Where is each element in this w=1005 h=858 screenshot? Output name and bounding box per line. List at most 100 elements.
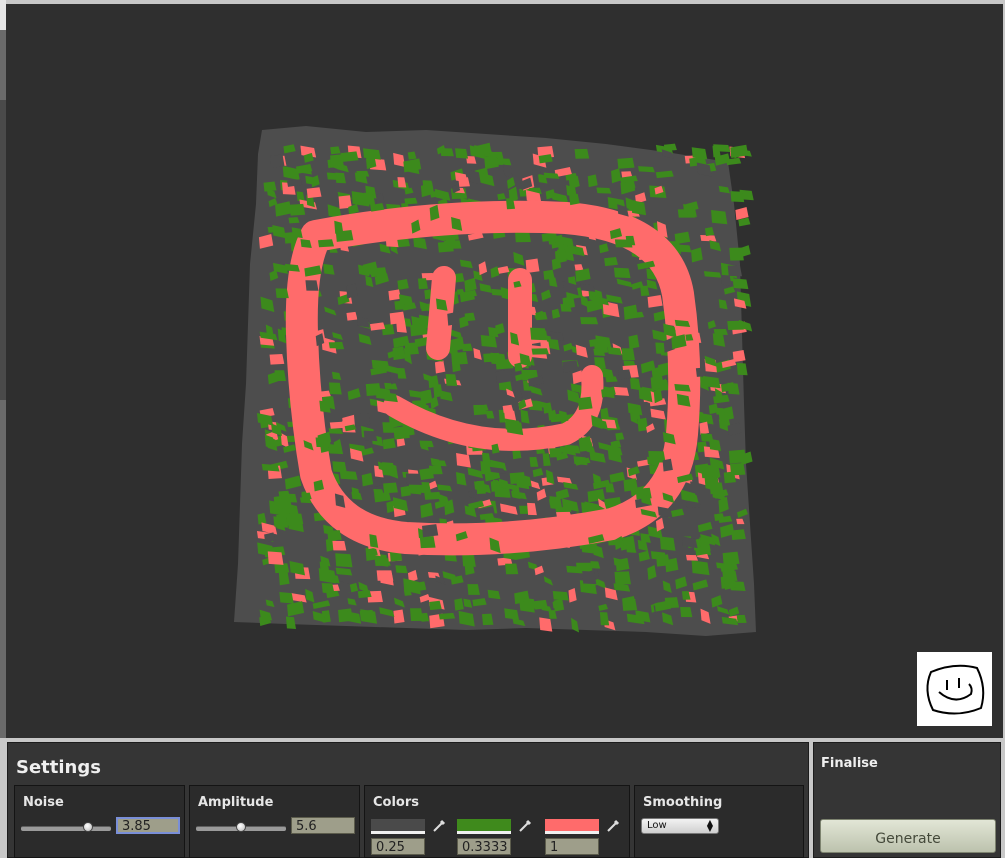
terrain-patch: [363, 430, 378, 442]
terrain-patch: [375, 387, 392, 400]
terrain-patch: [700, 234, 717, 242]
terrain-patch: [335, 230, 354, 242]
finalise-title: Finalise: [821, 756, 878, 771]
terrain-patch: [471, 414, 489, 424]
terrain-patch: [505, 563, 519, 575]
terrain-patch: [332, 540, 347, 551]
terrain-patch: [422, 524, 439, 538]
terrain-patch: [577, 396, 593, 410]
terrain-patch: [596, 187, 612, 194]
terrain-patch: [330, 154, 344, 168]
terrain-patch: [451, 352, 468, 365]
terrain-patch: [638, 166, 655, 173]
terrain-patch: [533, 599, 548, 610]
eyedropper-icon[interactable]: [517, 818, 533, 834]
terrain-patch: [305, 280, 319, 291]
terrain-patch: [727, 265, 742, 277]
terrain-patch: [388, 289, 401, 301]
terrain-patch: [335, 553, 353, 568]
smoothing-label: Smoothing: [643, 795, 723, 810]
terrain-patch: [623, 304, 638, 320]
terrain-patch: [480, 335, 498, 348]
terrain-patch: [623, 478, 638, 492]
color-value-field-2[interactable]: 0.3333: [457, 838, 511, 855]
terrain-patch: [447, 311, 462, 326]
terrain-patch: [279, 591, 294, 604]
terrain-patch: [455, 148, 469, 159]
terrain-patch: [621, 348, 635, 361]
colors-group: Colors 0.25 0.3333 1: [364, 785, 630, 858]
smoothing-dropdown[interactable]: Low ▲ ▼: [641, 818, 719, 834]
terrain-patch: [665, 557, 679, 573]
terrain-patch: [359, 609, 375, 620]
color-swatch-2[interactable]: [457, 819, 511, 834]
terrain-viewport[interactable]: [6, 4, 1003, 738]
color-swatch-1[interactable]: [371, 819, 425, 834]
terrain-patch: [383, 482, 398, 494]
terrain-patch: [732, 278, 749, 290]
terrain-patch: [273, 516, 289, 528]
terrain-patch: [440, 148, 454, 157]
terrain-patch: [329, 421, 345, 429]
terrain-patch: [539, 617, 553, 632]
terrain-patch: [438, 612, 456, 620]
terrain-patch: [574, 148, 590, 159]
terrain-patch: [267, 551, 284, 565]
generate-button[interactable]: Generate: [820, 819, 996, 853]
terrain-patch: [709, 482, 724, 495]
terrain-patch: [288, 217, 300, 224]
terrain-patch: [576, 562, 593, 573]
smiley-thumbnail-icon: [926, 664, 985, 715]
color-value-field-3[interactable]: 1: [545, 838, 599, 855]
terrain-patch: [604, 256, 618, 267]
terrain-patch: [361, 472, 374, 487]
terrain-patch: [677, 244, 692, 253]
amplitude-slider-thumb[interactable]: [236, 822, 246, 832]
terrain-patch: [531, 348, 549, 355]
terrain-patch: [618, 369, 632, 380]
terrain-patch: [730, 191, 745, 203]
terrain-patch: [680, 607, 693, 618]
terrain-patch: [405, 473, 422, 485]
terrain-patch: [723, 471, 736, 484]
terrain-patch: [432, 460, 447, 467]
terrain-patch: [728, 449, 747, 464]
bottom-panel: Settings Noise 3.85 Amplitude 5.6 Colors…: [0, 738, 1005, 858]
terrain-patch: [552, 590, 569, 601]
amplitude-label: Amplitude: [198, 795, 274, 810]
terrain-patch: [328, 428, 343, 434]
terrain-patch: [614, 386, 630, 396]
terrain-patch: [393, 609, 405, 624]
terrain-patch: [328, 342, 342, 349]
terrain-patch: [353, 413, 371, 427]
terrain-patch: [458, 177, 470, 187]
heightmap-thumbnail[interactable]: [917, 652, 992, 726]
terrain-patch: [419, 536, 436, 549]
noise-slider-thumb[interactable]: [82, 822, 93, 832]
terrain-patch: [722, 551, 740, 566]
amplitude-group: Amplitude 5.6: [189, 785, 360, 858]
terrain-patch: [419, 440, 434, 448]
terrain-patch: [562, 360, 579, 373]
noise-slider[interactable]: [21, 826, 111, 831]
terrain-patch: [729, 247, 744, 261]
terrain-patch: [306, 187, 322, 199]
terrain-patch: [730, 144, 749, 158]
amplitude-value-field[interactable]: 5.6: [291, 817, 355, 834]
smiley-left-eye: [426, 266, 456, 360]
eyedropper-icon[interactable]: [431, 818, 447, 834]
terrain-patch: [650, 375, 665, 390]
noise-value-field[interactable]: 3.85: [116, 817, 180, 834]
terrain-patch: [318, 239, 335, 248]
terrain-patch: [727, 320, 744, 330]
terrain-patch: [674, 383, 691, 392]
terrain-patch: [530, 327, 547, 341]
terrain-patch: [554, 248, 567, 264]
color-value-field-1[interactable]: 0.25: [371, 838, 425, 855]
color-swatch-3[interactable]: [545, 819, 599, 834]
eyedropper-icon[interactable]: [605, 818, 621, 834]
terrain-patch: [429, 600, 442, 611]
terrain-patch: [564, 444, 581, 454]
terrain-patch: [582, 571, 597, 585]
dropdown-arrows-icon: ▲ ▼: [706, 818, 713, 833]
